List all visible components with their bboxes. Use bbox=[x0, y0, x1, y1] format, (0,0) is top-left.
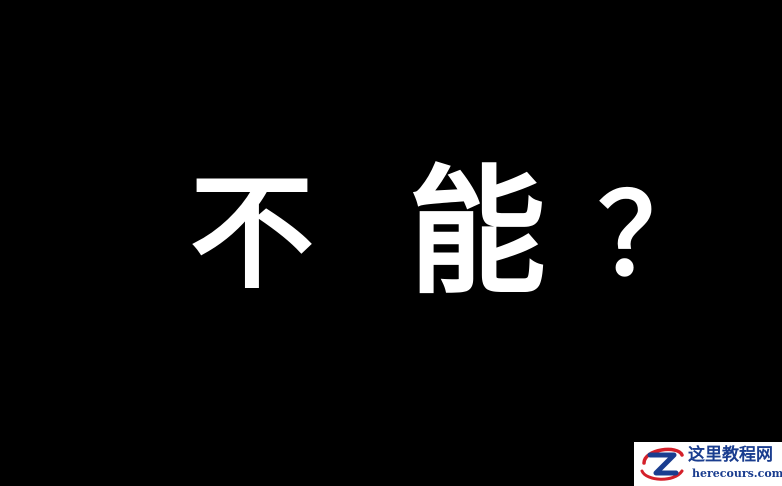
headline: 不 能 ？ bbox=[0, 0, 782, 486]
headline-question-mark: ？ bbox=[598, 171, 710, 301]
watermark-url: herecours.com bbox=[692, 467, 782, 480]
watermark-title: 这里教程网 bbox=[688, 445, 773, 465]
headline-char-neng: 能 bbox=[408, 152, 547, 313]
slide-canvas: 不 能 ？ 这里教程网 herecours.com bbox=[0, 0, 782, 486]
watermark-logo-icon bbox=[640, 447, 684, 481]
headline-char-bu: 不 bbox=[190, 162, 315, 306]
watermark: 这里教程网 herecours.com bbox=[634, 442, 782, 486]
